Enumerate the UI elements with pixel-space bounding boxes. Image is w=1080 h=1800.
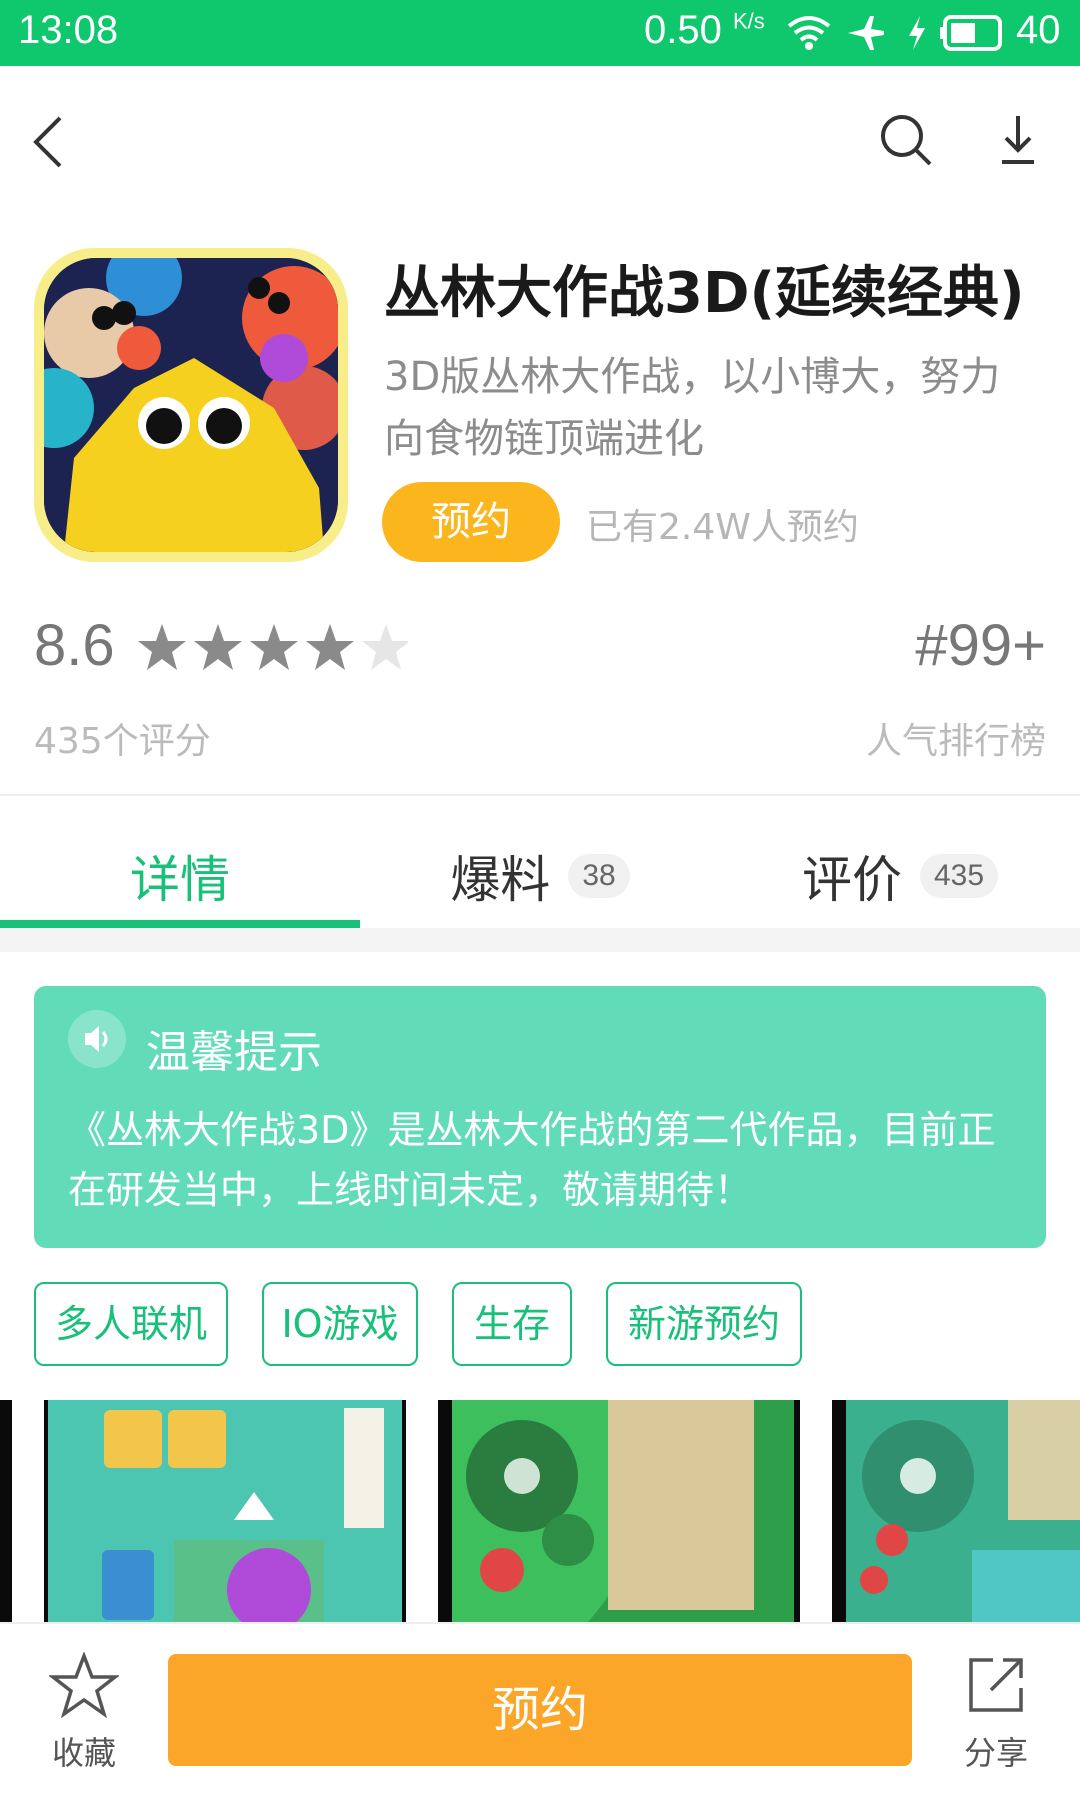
active-tab-indicator <box>0 920 360 928</box>
reserve-count: 已有2.4W人预约 <box>586 507 859 548</box>
tag-multiplayer[interactable]: 多人联机 <box>34 1282 228 1366</box>
tag-new-game-reservation[interactable]: 新游预约 <box>606 1282 802 1366</box>
rating-score: 8.6 <box>34 613 115 678</box>
favorite-label: 收藏 <box>51 1734 116 1772</box>
notice-text: 《丛林大作战3D》是丛林大作战的第二代作品，目前正在研发当中，上线时间未定，敬请… <box>68 1108 996 1212</box>
network-speed: 0.50 K/s <box>644 8 765 53</box>
tab-news-badge: 38 <box>568 854 630 898</box>
status-bar: 13:08 0.50 K/s 40 <box>0 0 1080 66</box>
tag-io-game[interactable]: IO游戏 <box>262 1282 418 1366</box>
divider <box>0 794 1080 796</box>
app-description: 3D版丛林大作战，以小博大，努力向食物链顶端进化 <box>384 354 1001 462</box>
app-title: 丛林大作战3D(延续经典) <box>384 261 1025 326</box>
download-icon[interactable] <box>998 112 1038 168</box>
network-speed-unit: K/s <box>732 8 765 34</box>
notice-card: 温馨提示 《丛林大作战3D》是丛林大作战的第二代作品，目前正在研发当中，上线时间… <box>34 986 1046 1248</box>
bottom-action-bar: 收藏 预约 分享 <box>0 1622 1080 1800</box>
primary-reserve-button[interactable]: 预约 <box>168 1654 912 1766</box>
app-icon <box>34 248 348 562</box>
popularity-rank: #99+ <box>915 613 1046 678</box>
tag-survival[interactable]: 生存 <box>452 1282 572 1366</box>
popularity-rank-label: 人气排行榜 <box>865 721 1046 762</box>
search-icon[interactable] <box>878 112 934 168</box>
screenshot-partial[interactable] <box>0 1400 12 1622</box>
tab-reviews-label: 评价 <box>801 851 902 909</box>
tab-reviews[interactable]: 评价 435 <box>720 830 1080 922</box>
tab-news-label: 爆料 <box>450 851 551 909</box>
screenshot-3[interactable] <box>832 1400 1080 1622</box>
notice-title: 温馨提示 <box>146 1027 322 1078</box>
rating-stars <box>138 624 408 670</box>
back-icon[interactable] <box>30 114 70 170</box>
wifi-icon <box>787 16 831 50</box>
section-separator <box>0 928 1080 952</box>
tab-news[interactable]: 爆料 38 <box>360 830 720 922</box>
screenshot-1[interactable] <box>44 1400 406 1622</box>
tab-reviews-badge: 435 <box>919 854 999 898</box>
share-icon <box>969 1658 1023 1712</box>
network-speed-value: 0.50 <box>644 8 722 52</box>
tab-details-label: 详情 <box>130 851 230 909</box>
battery-icon <box>940 15 1002 51</box>
tab-details[interactable]: 详情 <box>0 830 360 922</box>
share-button[interactable]: 分享 <box>956 1652 1036 1774</box>
battery-level: 40 <box>1016 8 1061 52</box>
charging-icon <box>909 16 925 50</box>
favorite-button[interactable]: 收藏 <box>44 1651 124 1774</box>
reserve-button[interactable]: 预约 <box>382 482 560 562</box>
game-art-image <box>44 258 338 552</box>
screenshot-gallery[interactable] <box>0 1400 1080 1622</box>
share-label: 分享 <box>963 1734 1028 1772</box>
screenshot-2[interactable] <box>438 1400 800 1622</box>
airplane-icon <box>848 16 884 50</box>
star-outline-icon <box>47 1651 121 1719</box>
rating-count: 435个评分 <box>34 721 211 762</box>
speaker-icon <box>68 1010 126 1068</box>
status-time: 13:08 <box>18 8 119 52</box>
